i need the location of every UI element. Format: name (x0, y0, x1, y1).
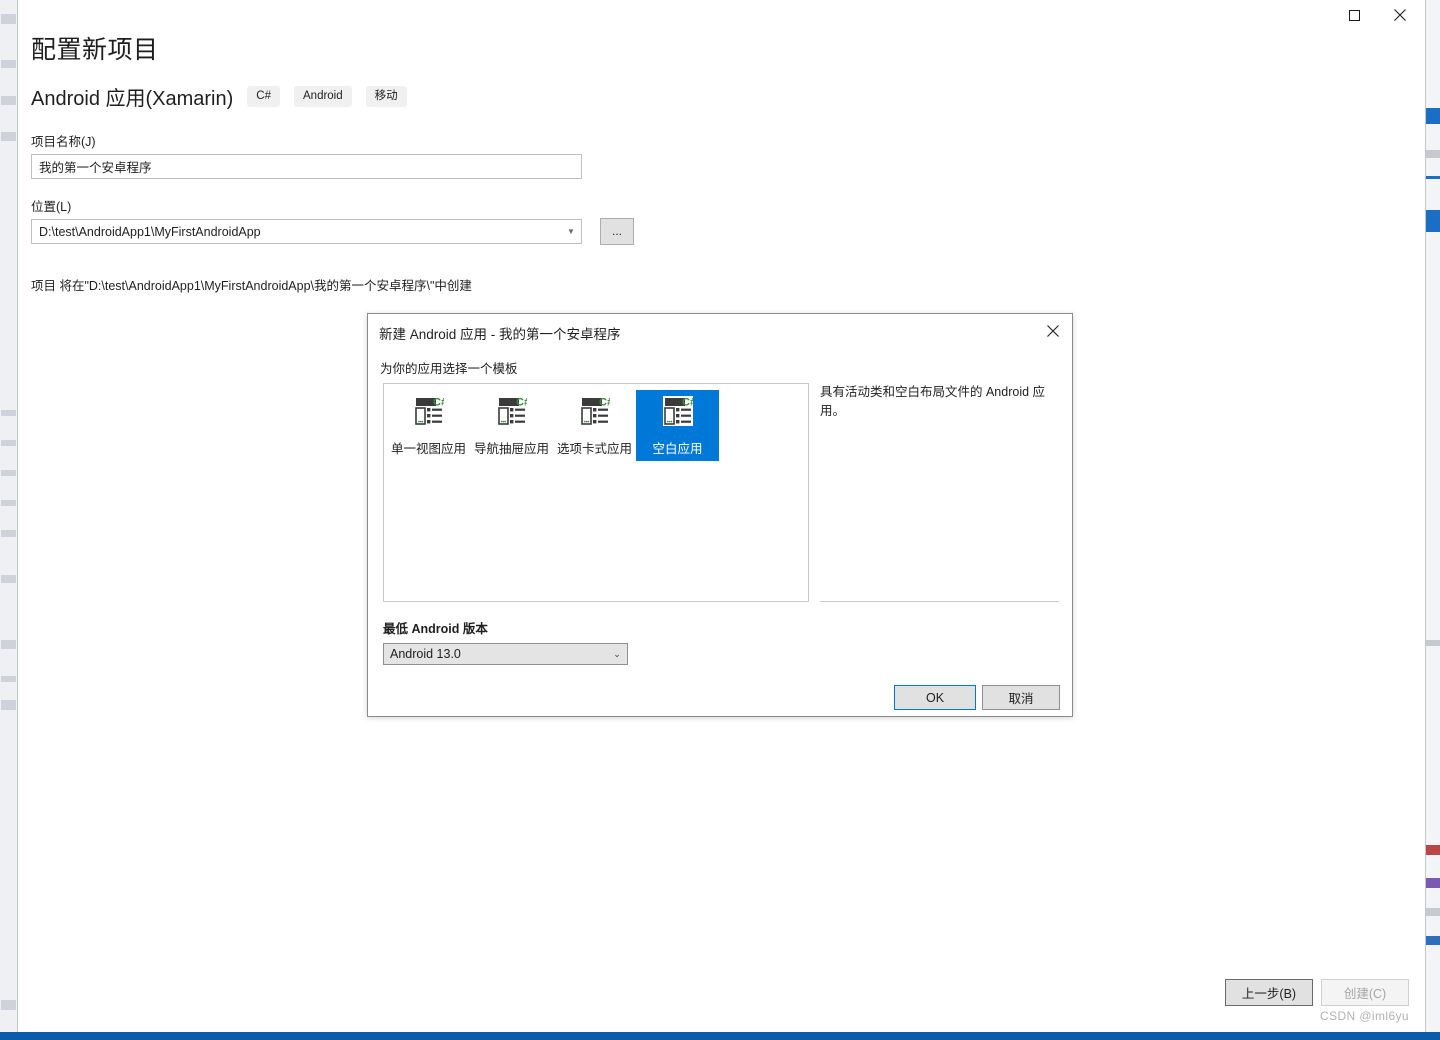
min-android-version-label: 最低 Android 版本 (383, 622, 488, 636)
dialog-subtitle: 为你的应用选择一个模板 (380, 362, 518, 376)
screen: 配置新项目 Android 应用(Xamarin) C# Android 移动 … (0, 0, 1440, 1040)
android-csharp-template-icon: C# (414, 396, 447, 431)
template-item-navigation-drawer[interactable]: C# 导航抽屉应用 (470, 390, 553, 461)
template-item-blank[interactable]: C# 空白应用 (636, 390, 719, 461)
create-button: 创建(C) (1321, 979, 1409, 1006)
back-button[interactable]: 上一步(B) (1225, 979, 1313, 1006)
min-android-version-combobox[interactable]: Android 13.0 ⌄ (383, 643, 628, 665)
window-titlebar (18, 0, 1425, 30)
new-android-app-dialog: 新建 Android 应用 - 我的第一个安卓程序 为你的应用选择一个模板 C … (367, 313, 1073, 717)
ok-button[interactable]: OK (894, 685, 976, 710)
template-item-label: 选项卡式应用 (556, 442, 632, 456)
watermark: CSDN @iml6yu (1320, 1009, 1409, 1023)
location-label: 位置(L) (31, 200, 72, 214)
dialog-close-icon[interactable] (1039, 318, 1067, 344)
template-list[interactable]: C# 单一视图应用 (383, 383, 809, 602)
project-path-info: 项目 将在"D:\test\AndroidApp1\MyFirstAndroid… (31, 279, 472, 293)
min-android-version-value: Android 13.0 (390, 647, 461, 661)
page-title: 配置新项目 (31, 36, 159, 64)
tag-category: 移动 (365, 86, 407, 107)
project-name-input[interactable] (31, 154, 582, 179)
template-item-label: 空白应用 (652, 442, 703, 456)
template-description: 具有活动类和空白布局文件的 Android 应用。 (820, 383, 1059, 602)
template-item-label: 导航抽屉应用 (473, 442, 549, 456)
browse-button[interactable]: ... (600, 218, 634, 245)
taskbar (0, 1032, 1440, 1040)
tag-language: C# (247, 86, 280, 107)
background-right-panel (1425, 0, 1440, 1040)
template-item-label: 单一视图应用 (390, 442, 466, 456)
location-combobox[interactable]: D:\test\AndroidApp1\MyFirstAndroidApp ▼ (31, 219, 582, 244)
location-value: D:\test\AndroidApp1\MyFirstAndroidApp (39, 224, 261, 239)
svg-text:C#: C# (599, 397, 610, 409)
svg-text:C#: C# (682, 397, 693, 409)
template-item-tabbed[interactable]: C# 选项卡式应用 (553, 390, 636, 461)
tag-platform: Android (294, 86, 352, 107)
template-item-single-view[interactable]: C# 单一视图应用 (387, 390, 470, 461)
svg-text:C#: C# (433, 397, 444, 409)
svg-text:C#: C# (516, 397, 527, 409)
background-left-toolbar (0, 0, 18, 1040)
dialog-title: 新建 Android 应用 - 我的第一个安卓程序 (379, 327, 621, 342)
chevron-down-icon[interactable]: ⌄ (607, 649, 627, 659)
android-csharp-template-icon: C# (662, 396, 696, 431)
template-name: Android 应用(Xamarin) (31, 88, 234, 110)
close-icon[interactable] (1377, 0, 1423, 30)
project-name-label: 项目名称(J) (31, 135, 96, 149)
android-csharp-template-icon: C# (580, 396, 613, 431)
android-csharp-template-icon: C# (497, 396, 530, 431)
selected-template-header: Android 应用(Xamarin) C# Android 移动 (31, 82, 407, 111)
cancel-button[interactable]: 取消 (982, 685, 1060, 710)
maximize-icon[interactable] (1331, 0, 1377, 30)
chevron-down-icon[interactable]: ▼ (561, 227, 581, 236)
